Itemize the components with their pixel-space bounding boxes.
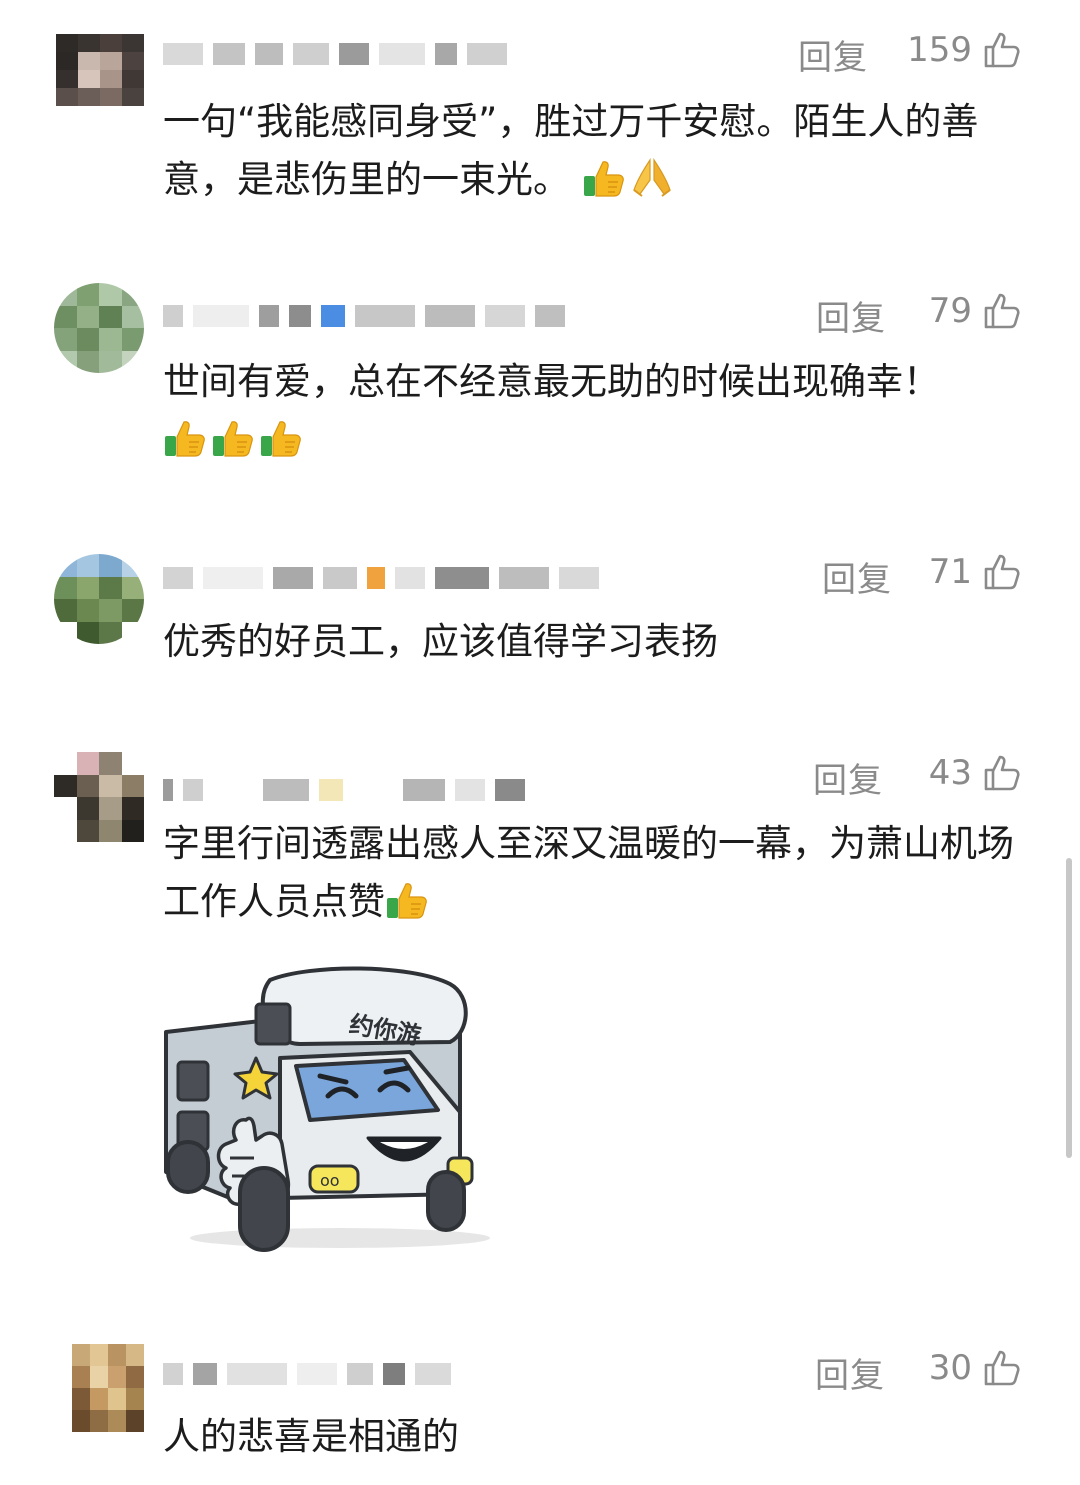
thumbs-up-emoji-icon xyxy=(582,156,626,200)
praying-hands-emoji-icon xyxy=(630,156,674,200)
comment-body: 一句“我能感同身受”，胜过万千安慰。陌生人的善意，是悲伤里的一束光。 xyxy=(163,100,979,201)
like-count: 159 xyxy=(907,30,972,70)
username-blurred[interactable] xyxy=(163,298,565,334)
like-count: 79 xyxy=(928,291,972,331)
svg-text:oo: oo xyxy=(320,1171,340,1190)
comment-text: 优秀的好员工，应该值得学习表扬 xyxy=(163,613,1023,671)
thumbs-up-icon[interactable] xyxy=(982,291,1022,331)
thumbs-up-icon[interactable] xyxy=(982,753,1022,793)
comment-body: 人的悲喜是相通的 xyxy=(163,1415,459,1458)
reply-button[interactable]: 回复 xyxy=(816,291,886,340)
camper-van-thumbs-up-sticker[interactable]: 约你游 oo xyxy=(160,962,490,1254)
thumbs-up-icon[interactable] xyxy=(982,30,1022,70)
thumbs-up-emoji-icon xyxy=(211,416,255,460)
comment-text: 字里行间透露出感人至深又温暖的一幕，为萧山机场工作人员点赞 xyxy=(163,815,1023,931)
username-blurred[interactable] xyxy=(163,36,507,72)
reply-button[interactable]: 回复 xyxy=(813,753,883,802)
username-blurred[interactable] xyxy=(163,772,525,808)
comment-text: 人的悲喜是相通的 xyxy=(163,1408,1023,1466)
like-count: 43 xyxy=(928,753,972,793)
thumbs-up-icon[interactable] xyxy=(982,552,1022,592)
like-count: 71 xyxy=(928,552,972,592)
avatar[interactable] xyxy=(56,34,144,106)
comment-body: 优秀的好员工，应该值得学习表扬 xyxy=(163,620,718,663)
reply-button[interactable]: 回复 xyxy=(798,30,868,79)
reply-button[interactable]: 回复 xyxy=(815,1348,885,1397)
avatar[interactable] xyxy=(54,283,144,373)
thumbs-up-icon[interactable] xyxy=(982,1348,1022,1388)
comment-body: 字里行间透露出感人至深又温暖的一幕，为萧山机场工作人员点赞 xyxy=(163,822,1014,923)
comment-text: 世间有爱，总在不经意最无助的时候出现确幸！ xyxy=(163,353,1023,469)
username-blurred[interactable] xyxy=(163,560,599,596)
thumbs-up-emoji-icon xyxy=(385,878,429,922)
like-count: 30 xyxy=(928,1348,972,1388)
comment-text: 一句“我能感同身受”，胜过万千安慰。陌生人的善意，是悲伤里的一束光。 xyxy=(163,93,1023,209)
avatar[interactable] xyxy=(72,1344,144,1432)
avatar[interactable] xyxy=(54,752,144,842)
comment-body: 世间有爱，总在不经意最无助的时候出现确幸！ xyxy=(163,360,940,403)
thumbs-up-emoji-icon xyxy=(163,416,207,460)
thumbs-up-emoji-icon xyxy=(259,416,303,460)
reply-button[interactable]: 回复 xyxy=(822,552,892,601)
scrollbar[interactable] xyxy=(1066,858,1072,1158)
avatar[interactable] xyxy=(54,554,144,644)
username-blurred[interactable] xyxy=(163,1356,451,1392)
